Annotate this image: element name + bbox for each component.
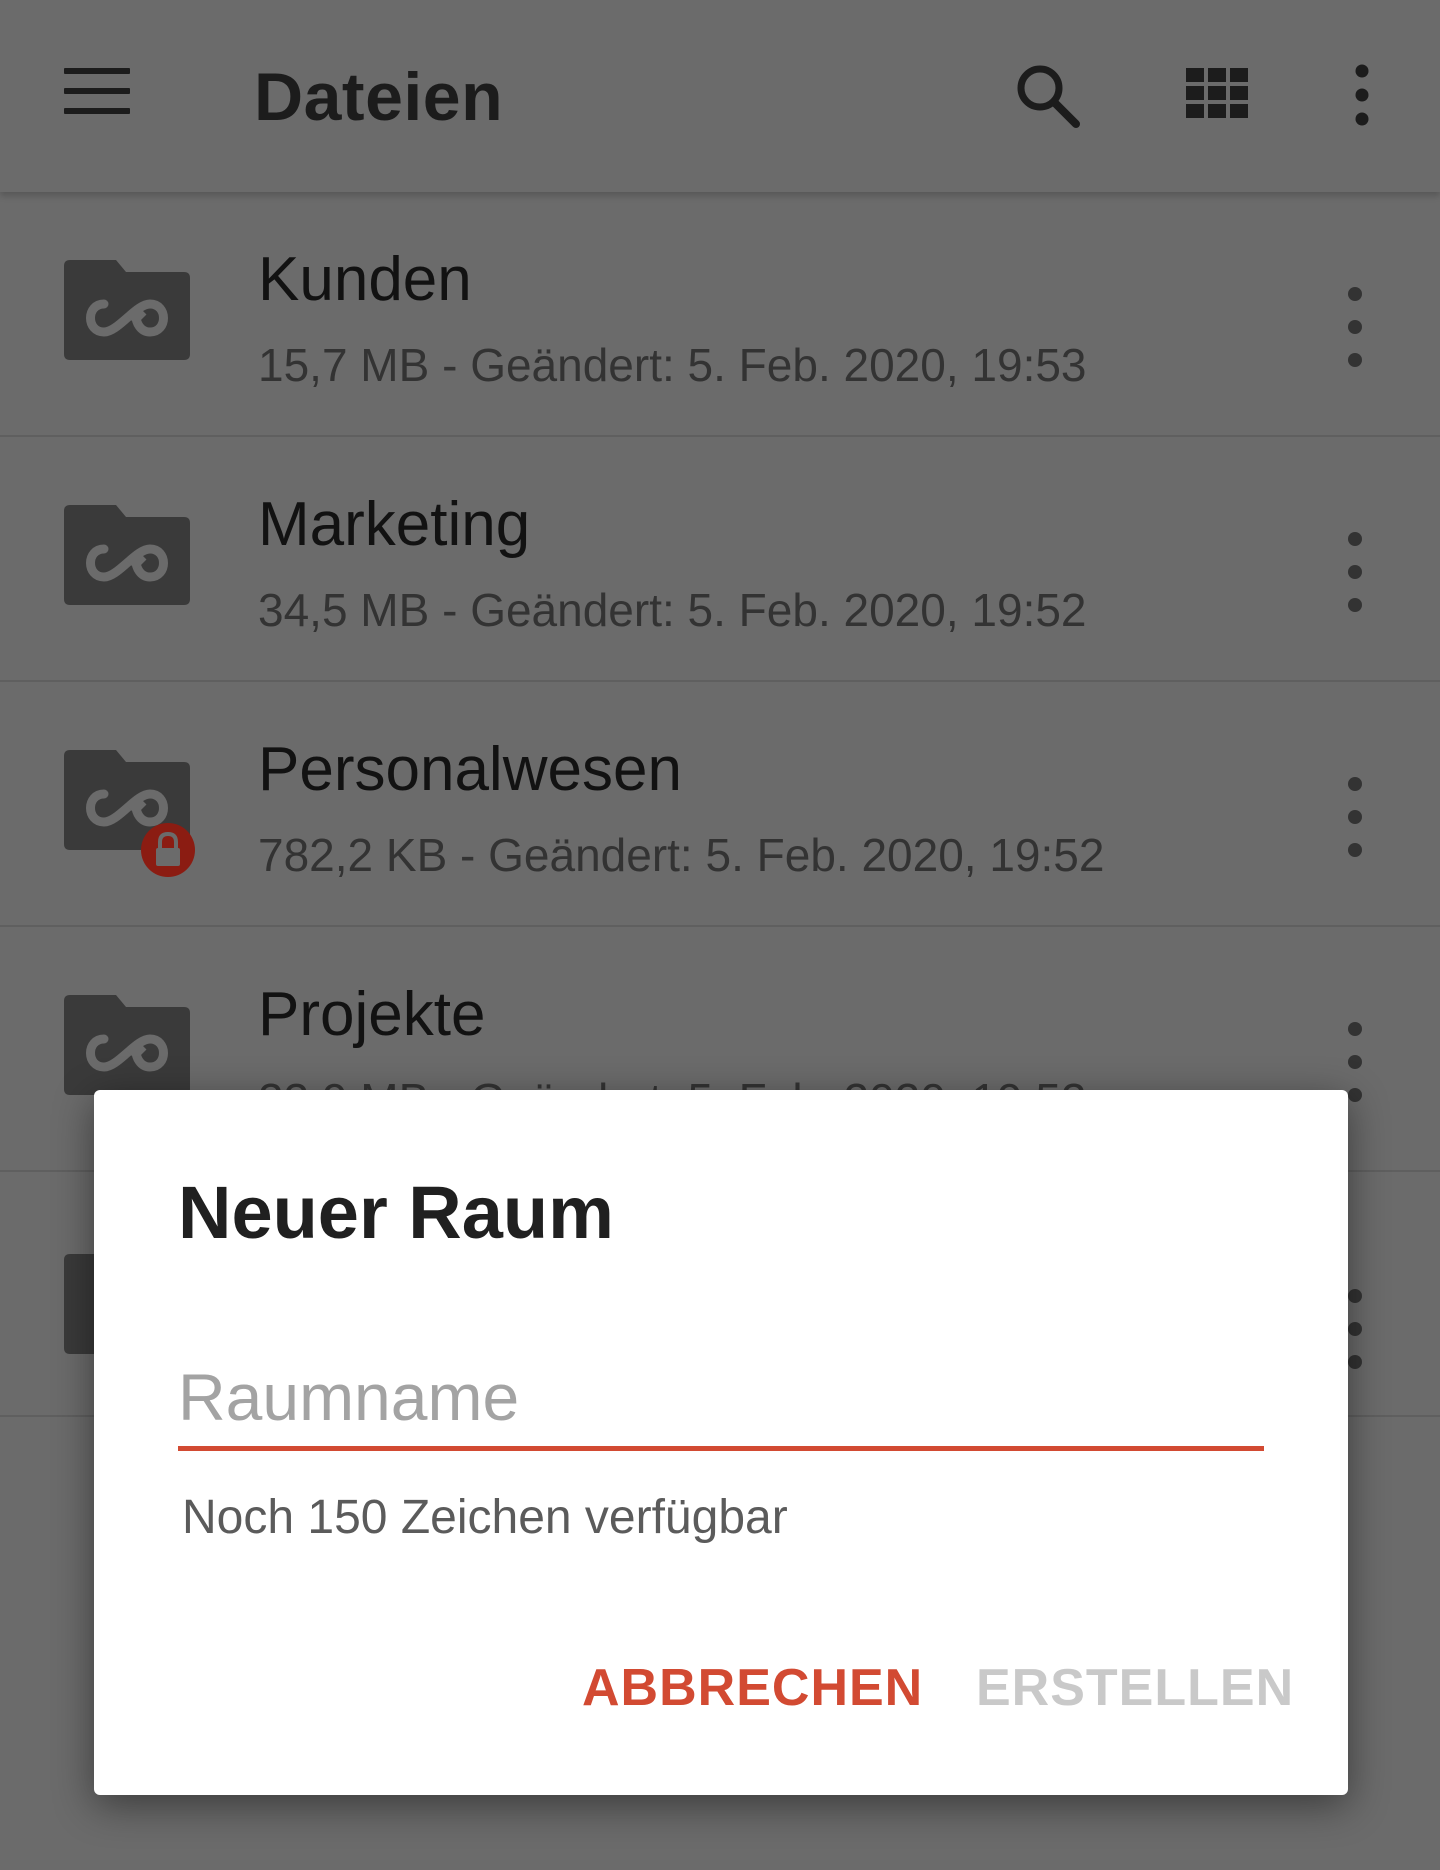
item-name: Marketing [258, 490, 531, 559]
search-icon[interactable] [1012, 60, 1082, 130]
item-name: Kunden [258, 245, 472, 314]
item-meta: 782,2 KB - Geändert: 5. Feb. 2020, 19:52 [258, 829, 1105, 881]
grid-view-icon[interactable] [1186, 68, 1248, 118]
more-vert-icon[interactable] [1340, 280, 1370, 374]
more-vert-icon[interactable] [1340, 770, 1370, 864]
page-title: Dateien [254, 59, 504, 135]
room-folder-icon [64, 995, 190, 1095]
more-vert-icon[interactable] [1340, 525, 1370, 619]
list-item[interactable]: Marketing 34,5 MB - Geändert: 5. Feb. 20… [0, 437, 1440, 682]
item-name: Projekte [258, 980, 486, 1049]
new-room-dialog: Neuer Raum Noch 150 Zeichen verfügbar AB… [94, 1090, 1348, 1795]
character-counter: Noch 150 Zeichen verfügbar [182, 1491, 788, 1544]
item-meta: 15,7 MB - Geändert: 5. Feb. 2020, 19:53 [258, 339, 1087, 391]
room-name-input[interactable] [178, 1352, 1264, 1442]
hamburger-menu-icon[interactable] [64, 68, 132, 118]
more-vert-icon[interactable] [1344, 64, 1380, 126]
create-button[interactable]: ERSTELLEN [976, 1658, 1294, 1718]
room-folder-icon [64, 505, 190, 605]
item-name: Personalwesen [258, 735, 682, 804]
dialog-title: Neuer Raum [178, 1171, 614, 1254]
list-item[interactable]: Kunden 15,7 MB - Geändert: 5. Feb. 2020,… [0, 192, 1440, 437]
cancel-button[interactable]: ABBRECHEN [582, 1658, 923, 1718]
list-item[interactable]: Personalwesen 782,2 KB - Geändert: 5. Fe… [0, 682, 1440, 927]
app-toolbar: Dateien [0, 0, 1440, 192]
item-meta: 34,5 MB - Geändert: 5. Feb. 2020, 19:52 [258, 584, 1087, 636]
lock-icon [141, 823, 195, 877]
input-underline [178, 1446, 1264, 1451]
app-screen: Dateien Kunden 15,7 MB - Geändert: 5. Fe… [0, 0, 1440, 1870]
room-folder-icon [64, 260, 190, 360]
